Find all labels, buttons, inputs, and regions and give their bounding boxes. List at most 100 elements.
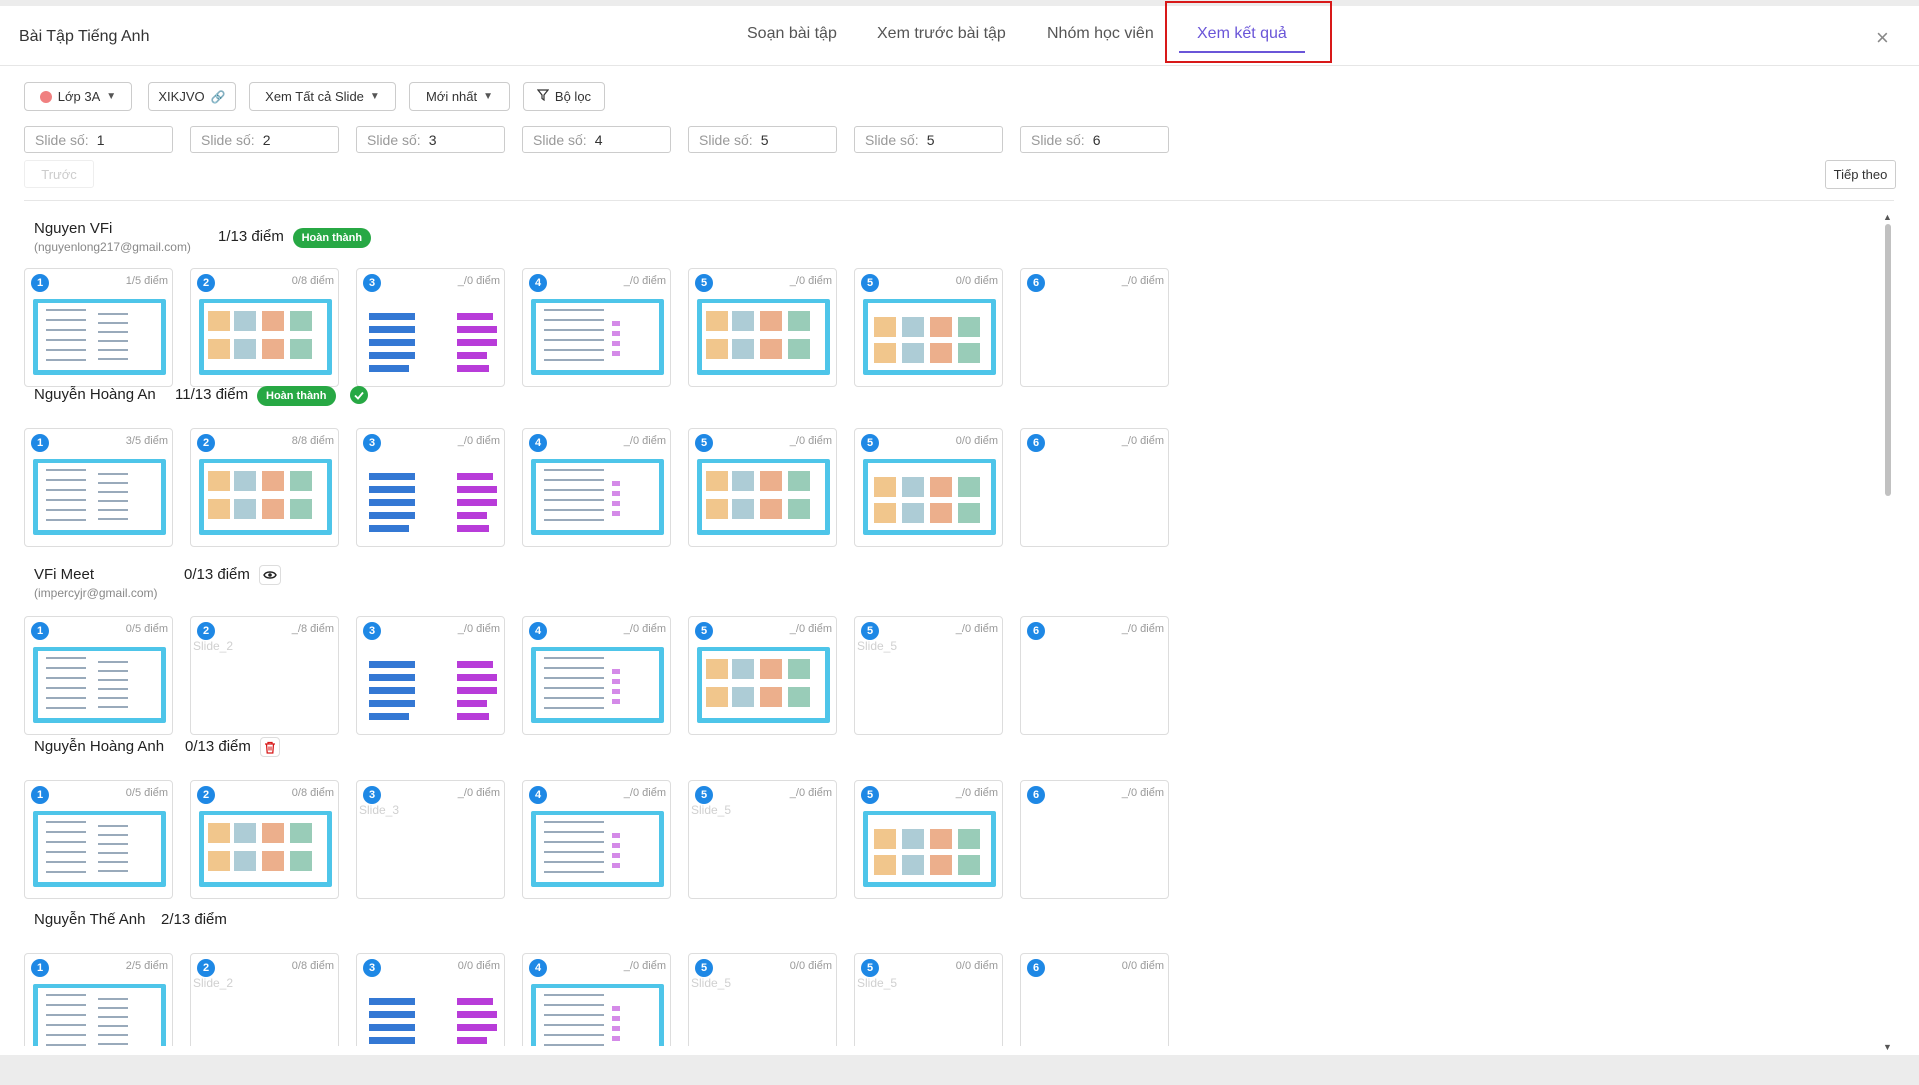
slide-score: _/0 điểm bbox=[789, 623, 832, 635]
slide-card[interactable]: 3 _/0 điểm bbox=[356, 428, 505, 547]
slide-card[interactable]: 5 0/0 điểm bbox=[854, 428, 1003, 547]
slide-card[interactable]: 4 _/0 điểm bbox=[522, 953, 671, 1046]
text-line bbox=[98, 500, 128, 502]
answer-block bbox=[612, 1036, 620, 1041]
slide-score: 0/8 điểm bbox=[291, 275, 334, 287]
slide-card[interactable]: 2 0/8 điểm bbox=[190, 268, 339, 387]
slide-card[interactable]: 4 _/0 điểm bbox=[522, 268, 671, 387]
slide-score: 0/8 điểm bbox=[291, 787, 334, 799]
picture-block bbox=[788, 499, 810, 519]
text-line bbox=[46, 707, 86, 709]
text-line bbox=[98, 1043, 128, 1045]
slide-thumbnail-content bbox=[536, 463, 659, 530]
slide-card[interactable]: 1 1/5 điểm bbox=[24, 268, 173, 387]
slide-card[interactable]: 1 3/5 điểm bbox=[24, 428, 173, 547]
answer-block bbox=[612, 863, 620, 868]
slide-card[interactable]: 5 0/0 điểm bbox=[854, 268, 1003, 387]
slide-thumbnail bbox=[33, 811, 166, 887]
slide-card[interactable]: 5 0/0 điểm Slide_5 bbox=[688, 953, 837, 1046]
slide-card[interactable]: 4 _/0 điểm bbox=[522, 780, 671, 899]
answer-block bbox=[457, 313, 493, 320]
check-circle-icon[interactable] bbox=[349, 385, 369, 405]
slide-card[interactable]: 5 _/0 điểm Slide_5 bbox=[688, 780, 837, 899]
tab-compose[interactable]: Soạn bài tập bbox=[747, 25, 837, 43]
slide-score: 0/0 điểm bbox=[457, 960, 500, 972]
slide-card[interactable]: 1 0/5 điểm bbox=[24, 780, 173, 899]
slide-card[interactable]: 1 0/5 điểm bbox=[24, 616, 173, 735]
slide-number-badge: 5 bbox=[695, 434, 713, 452]
student-row: Nguyễn Hoàng Anh 0/13 điểm 1 0/5 điểm 2 0/8 đ… bbox=[0, 737, 1200, 899]
link-icon: 🔗 bbox=[210, 89, 226, 104]
slide-card[interactable]: 6 _/0 điểm bbox=[1020, 428, 1169, 547]
next-button[interactable]: Tiếp theo bbox=[1825, 160, 1896, 189]
slide-number-input[interactable]: Slide số: 5 bbox=[854, 126, 1003, 153]
slide-number-badge: 5 bbox=[861, 786, 879, 804]
slide-card[interactable]: 1 2/5 điểm bbox=[24, 953, 173, 1046]
slide-card[interactable]: 3 _/0 điểm bbox=[356, 268, 505, 387]
scrollbar[interactable]: ▲ ▼ bbox=[1882, 212, 1894, 1052]
slide-view-label: Xem Tất cả Slide bbox=[265, 89, 364, 104]
picture-block bbox=[234, 471, 256, 491]
slide-view-select[interactable]: Xem Tất cả Slide ▼ bbox=[249, 82, 396, 111]
slide-number-badge: 4 bbox=[529, 786, 547, 804]
slide-card[interactable]: 4 _/0 điểm bbox=[522, 616, 671, 735]
scroll-up-icon[interactable]: ▲ bbox=[1883, 212, 1892, 222]
answer-block bbox=[612, 669, 620, 674]
trash-icon[interactable] bbox=[259, 737, 280, 757]
picture-block bbox=[958, 829, 980, 849]
picture-block bbox=[788, 339, 810, 359]
slide-card[interactable]: 2 0/8 điểm bbox=[190, 780, 339, 899]
slide-number-input[interactable]: Slide số: 6 bbox=[1020, 126, 1169, 153]
slide-card[interactable]: 6 _/0 điểm bbox=[1020, 268, 1169, 387]
tab-student-group[interactable]: Nhóm học viên bbox=[1047, 25, 1154, 43]
slide-card[interactable]: 2 0/8 điểm Slide_2 bbox=[190, 953, 339, 1046]
text-line bbox=[46, 697, 86, 699]
text-line bbox=[98, 313, 128, 315]
slide-card[interactable]: 3 _/0 điểm Slide_3 bbox=[356, 780, 505, 899]
chevron-down-icon: ▼ bbox=[369, 91, 380, 102]
slide-card[interactable]: 3 0/0 điểm bbox=[356, 953, 505, 1046]
filter-button[interactable]: Bộ lọc bbox=[523, 82, 605, 111]
slide-thumbnail bbox=[531, 647, 664, 723]
picture-block bbox=[706, 339, 728, 359]
tab-preview[interactable]: Xem trước bài tập bbox=[877, 25, 1006, 43]
slide-card[interactable]: 5 _/0 điểm Slide_5 bbox=[854, 616, 1003, 735]
slide-card[interactable]: 2 _/8 điểm Slide_2 bbox=[190, 616, 339, 735]
text-line bbox=[46, 509, 86, 511]
slide-card[interactable]: 5 0/0 điểm Slide_5 bbox=[854, 953, 1003, 1046]
slide-number-input[interactable]: Slide số: 2 bbox=[190, 126, 339, 153]
scroll-down-icon[interactable]: ▼ bbox=[1883, 1042, 1892, 1052]
scroll-thumb[interactable] bbox=[1885, 224, 1891, 496]
class-select[interactable]: Lớp 3A ▼ bbox=[24, 82, 132, 111]
text-line bbox=[544, 994, 604, 996]
slide-number-input[interactable]: Slide số: 3 bbox=[356, 126, 505, 153]
picture-block bbox=[208, 339, 230, 359]
slide-thumbnail bbox=[365, 647, 498, 723]
slide-card[interactable]: 5 _/0 điểm bbox=[688, 268, 837, 387]
picture-block bbox=[874, 855, 896, 875]
picture-block bbox=[262, 339, 284, 359]
close-icon[interactable]: × bbox=[1876, 27, 1889, 49]
slide-thumbnail-content bbox=[38, 988, 161, 1046]
slide-score: 0/0 điểm bbox=[955, 435, 998, 447]
slide-card[interactable]: 5 _/0 điểm bbox=[688, 428, 837, 547]
slide-number-input[interactable]: Slide số: 5 bbox=[688, 126, 837, 153]
slide-number-input[interactable]: Slide số: 4 bbox=[522, 126, 671, 153]
picture-block bbox=[874, 503, 896, 523]
slide-card[interactable]: 3 _/0 điểm bbox=[356, 616, 505, 735]
picture-block bbox=[930, 829, 952, 849]
eye-icon[interactable] bbox=[258, 565, 281, 585]
slide-card[interactable]: 5 _/0 điểm bbox=[688, 616, 837, 735]
picture-block bbox=[874, 829, 896, 849]
class-code-link[interactable]: XIKJVO 🔗 bbox=[148, 82, 236, 111]
text-line bbox=[98, 491, 128, 493]
sort-select[interactable]: Mới nhất ▼ bbox=[409, 82, 510, 111]
slide-card[interactable]: 4 _/0 điểm bbox=[522, 428, 671, 547]
slide-card[interactable]: 6 _/0 điểm bbox=[1020, 780, 1169, 899]
slide-card[interactable]: 5 _/0 điểm bbox=[854, 780, 1003, 899]
slide-card[interactable]: 2 8/8 điểm bbox=[190, 428, 339, 547]
slide-card[interactable]: 6 0/0 điểm bbox=[1020, 953, 1169, 1046]
prev-button[interactable]: Trước bbox=[24, 160, 94, 188]
slide-card[interactable]: 6 _/0 điểm bbox=[1020, 616, 1169, 735]
slide-number-input[interactable]: Slide số: 1 bbox=[24, 126, 173, 153]
